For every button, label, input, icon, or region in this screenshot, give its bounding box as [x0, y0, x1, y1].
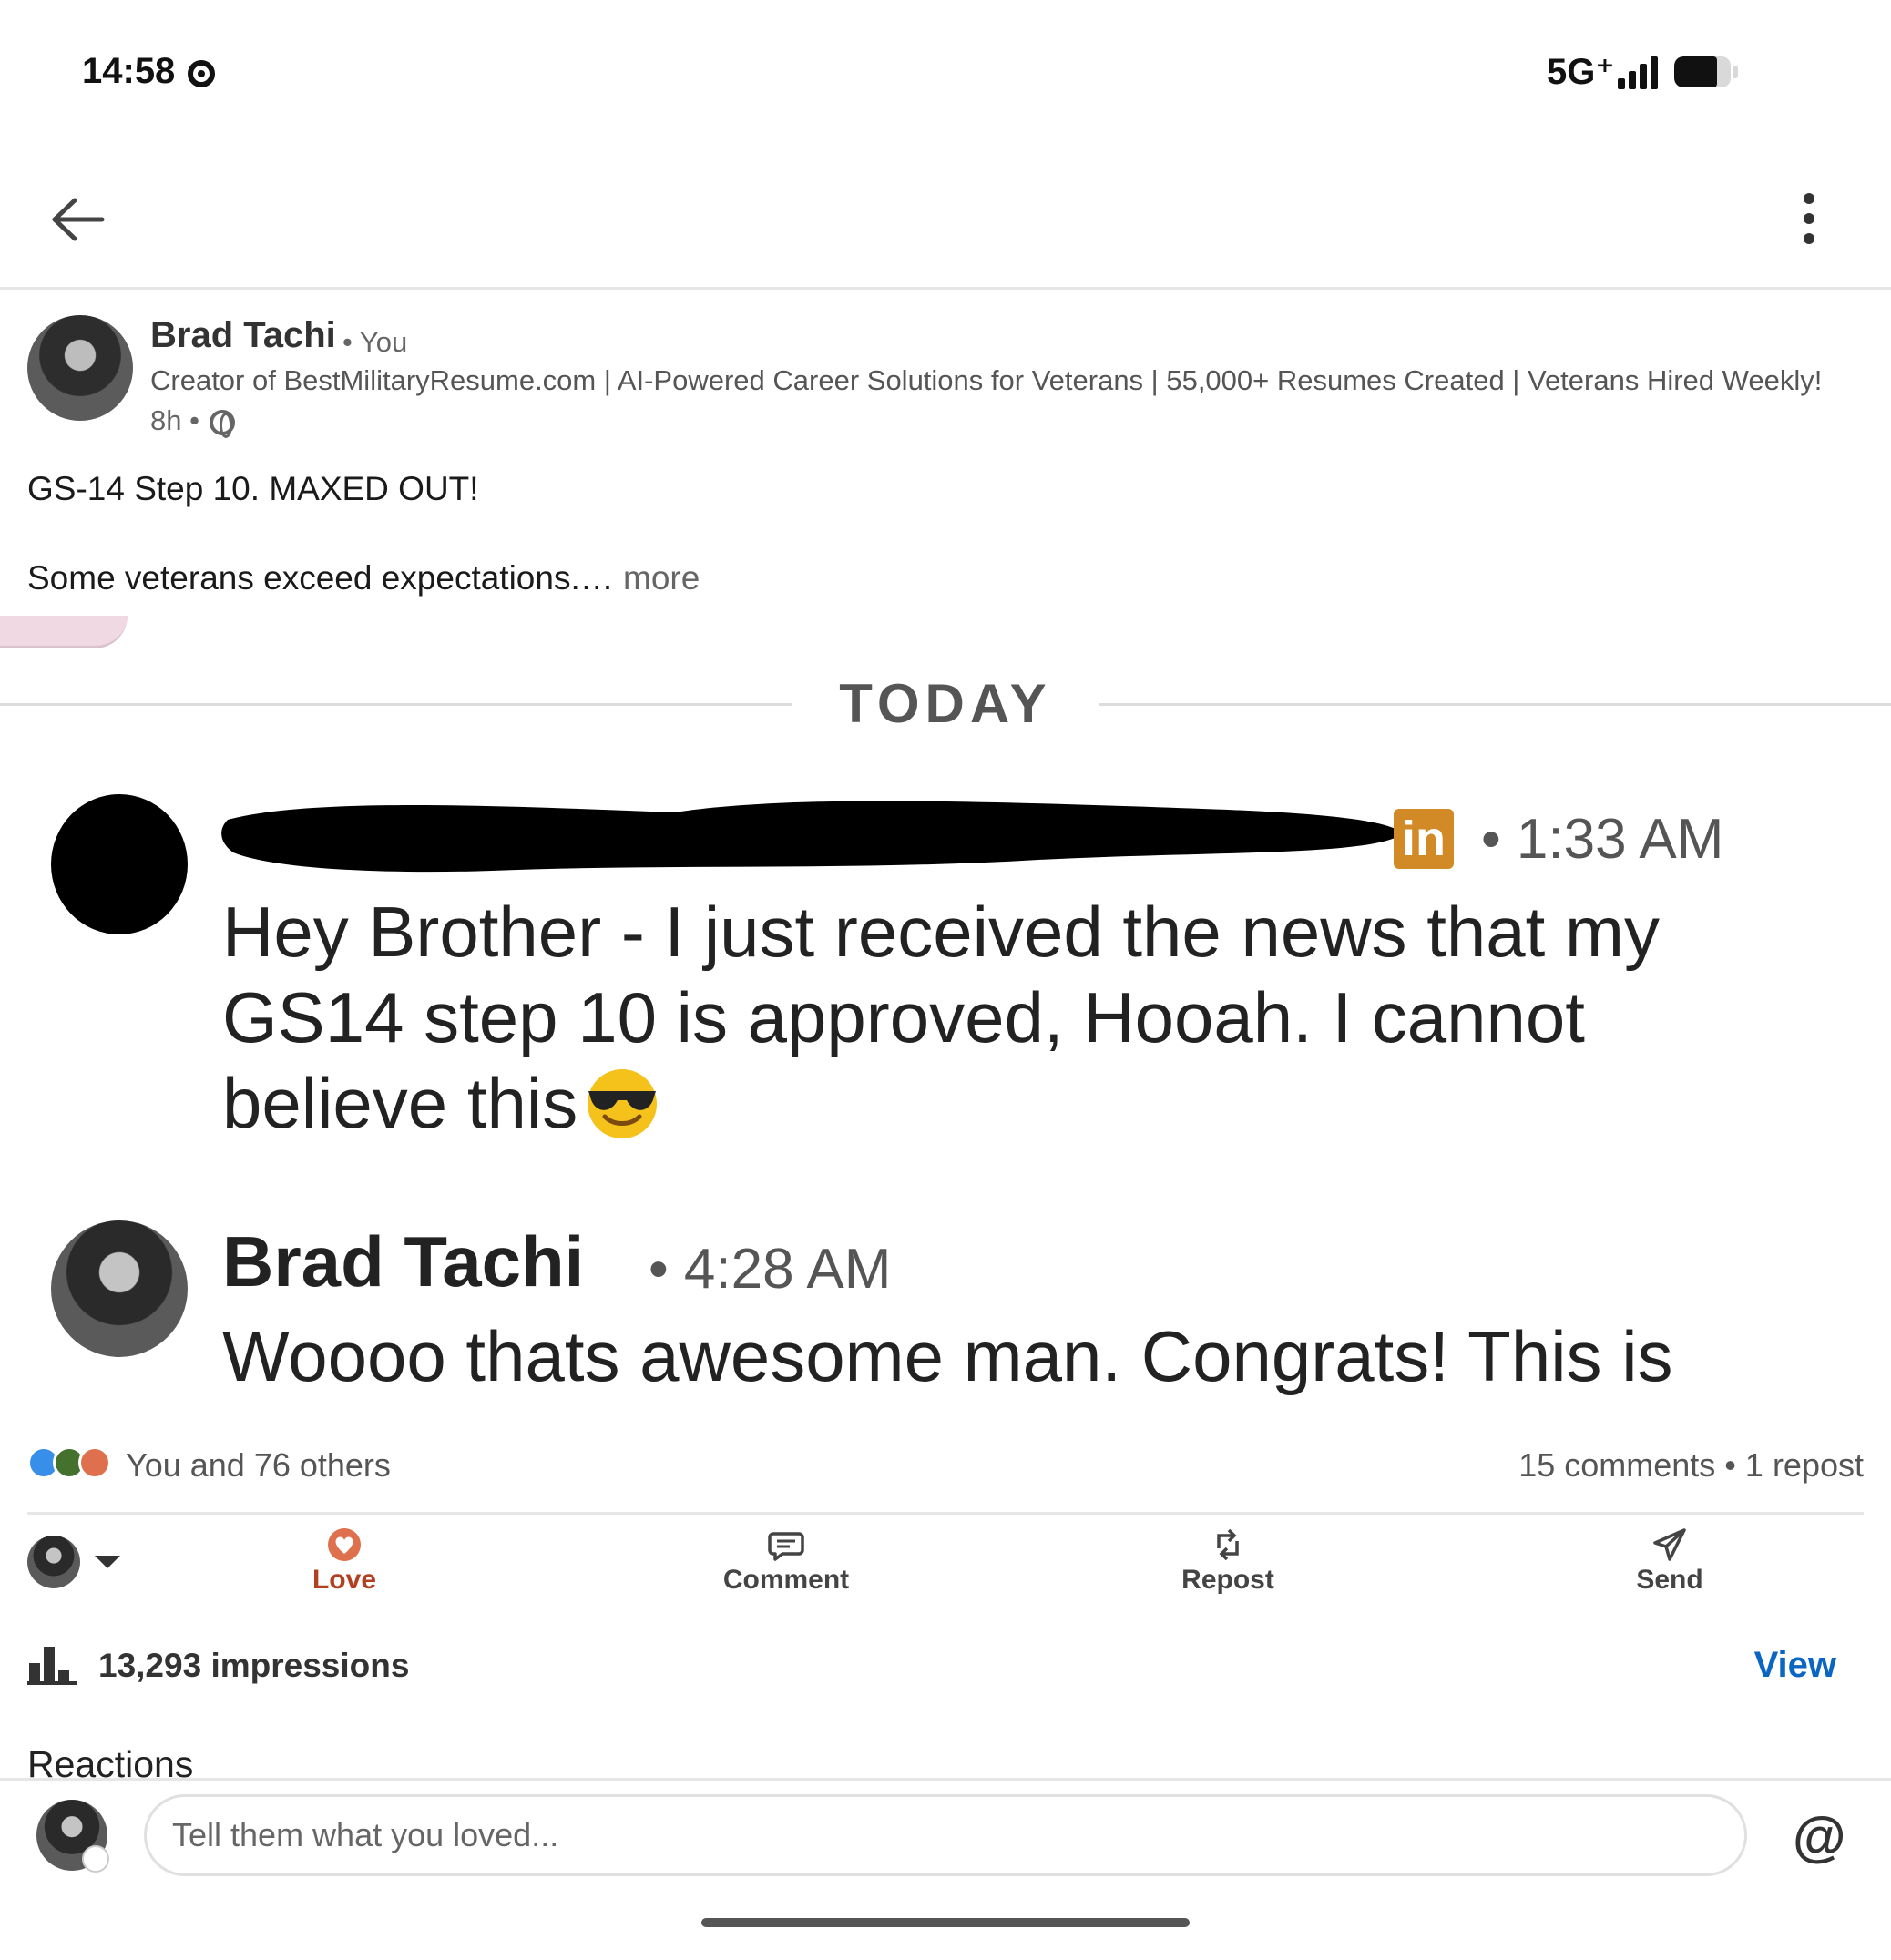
- reactions-summary[interactable]: You and 76 others: [126, 1446, 391, 1485]
- day-separator-label: TODAY: [839, 673, 1052, 734]
- network-indicator: 5G⁺: [1547, 52, 1615, 92]
- repost-icon: [1217, 1528, 1239, 1561]
- vertical-dots-icon[interactable]: [1793, 191, 1825, 246]
- view-analytics-link[interactable]: View: [1754, 1645, 1836, 1686]
- post-text-preview: Some veterans exceed expectations.…: [27, 559, 614, 597]
- arrow-left-icon[interactable]: [51, 197, 106, 242]
- comment-icon: [768, 1532, 804, 1561]
- love-button[interactable]: Love: [253, 1526, 435, 1608]
- see-more-link[interactable]: more: [614, 559, 700, 597]
- send-icon: [1653, 1528, 1686, 1561]
- message1-text: Hey Brother - I just received the news t…: [222, 889, 1771, 1146]
- message2-time: • 4:28 AM: [649, 1238, 892, 1301]
- bar-chart-icon: [27, 1647, 77, 1685]
- message1-time: • 1:33 AM: [1481, 808, 1724, 871]
- post-age: 8h •: [150, 404, 199, 436]
- comment-button[interactable]: Comment: [695, 1526, 877, 1608]
- redacted-avatar: [51, 794, 188, 934]
- post-text-line2: Some veterans exceed expectations.… more: [27, 559, 700, 597]
- status-bar: 14:58 5G⁺: [0, 0, 1891, 146]
- signal-icon: [1618, 55, 1663, 89]
- post-image[interactable]: TODAY in • 1:33 AM Hey Brother - I just …: [0, 616, 1891, 1417]
- image-edge: [0, 616, 128, 648]
- message2-avatar: [51, 1220, 188, 1357]
- home-indicator[interactable]: [701, 1918, 1190, 1927]
- app-bar: [0, 146, 1891, 290]
- comment-label: Comment: [722, 1565, 850, 1595]
- battery-icon: [1674, 56, 1731, 87]
- composer-divider: [0, 1778, 1891, 1781]
- actions-divider: [27, 1512, 1864, 1515]
- linkedin-badge-icon: in: [1394, 809, 1454, 869]
- author-name[interactable]: Brad Tachi: [150, 315, 336, 356]
- repost-button[interactable]: Repost: [1137, 1526, 1319, 1608]
- author-headline: Creator of BestMilitaryResume.com | AI-P…: [150, 364, 1823, 396]
- battery-level: [1674, 56, 1717, 87]
- message2-sender: Brad Tachi: [222, 1221, 585, 1302]
- mention-icon[interactable]: @: [1793, 1805, 1846, 1868]
- viewer-avatar[interactable]: [27, 1536, 80, 1588]
- battery-tip: [1733, 66, 1738, 78]
- divider-left: [0, 703, 792, 706]
- comment-input[interactable]: [144, 1794, 1747, 1876]
- message1-body: Hey Brother - I just received the news t…: [222, 892, 1660, 1143]
- chrome-icon: [188, 60, 215, 87]
- send-button[interactable]: Send: [1579, 1526, 1761, 1608]
- comments-reposts-count[interactable]: 15 comments • 1 repost: [1518, 1446, 1864, 1485]
- send-label: Send: [1636, 1565, 1703, 1595]
- author-relation: • You: [342, 326, 408, 358]
- divider-right: [1099, 703, 1891, 706]
- author-avatar[interactable]: [27, 315, 133, 421]
- sunglasses-emoji-icon: [588, 1069, 658, 1138]
- reaction-icons[interactable]: [27, 1446, 118, 1483]
- love-reaction-icon: [78, 1446, 111, 1479]
- redaction-scribble: [221, 801, 1403, 873]
- message2-text: Woooo thats awesome man. Congrats! This …: [222, 1316, 1673, 1396]
- post-text-line1: GS-14 Step 10. MAXED OUT!: [27, 470, 479, 507]
- impressions-count: 13,293 impressions: [98, 1647, 410, 1684]
- composer-avatar[interactable]: [36, 1800, 109, 1873]
- heart-icon: [328, 1528, 361, 1561]
- chevron-down-icon[interactable]: [95, 1556, 120, 1568]
- love-label: Love: [312, 1565, 377, 1595]
- status-time: 14:58: [82, 51, 176, 91]
- globe-icon: [210, 410, 235, 438]
- repost-label: Repost: [1181, 1565, 1274, 1595]
